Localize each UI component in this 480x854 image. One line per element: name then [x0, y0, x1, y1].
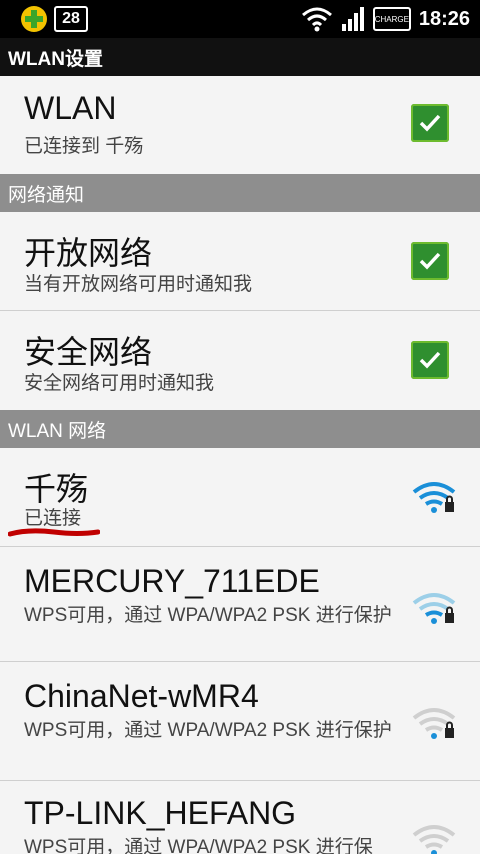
network-ssid: MERCURY_711EDE [24, 563, 320, 599]
secure-network-description: 安全网络可用时通知我 [24, 373, 215, 394]
section-label: 网络通知 [8, 184, 85, 206]
network-item[interactable]: ChinaNet-wMR4 WPS可用，通过 WPA/WPA2 PSK 进行保护 [0, 662, 480, 780]
badge-count: 28 [62, 10, 80, 27]
wifi-lock-icon [412, 482, 456, 513]
wlan-checkbox[interactable] [411, 104, 449, 142]
cell-signal-icon [341, 7, 364, 31]
secure-network-checkbox[interactable] [411, 341, 449, 379]
check-icon [419, 114, 441, 132]
wifi-lock-icon [412, 708, 456, 739]
wlan-toggle-row[interactable]: WLAN 已连接到 千殇 [0, 76, 480, 174]
secure-network-title: 安全网络 [24, 334, 153, 370]
network-item[interactable]: MERCURY_711EDE WPS可用，通过 WPA/WPA2 PSK 进行保… [0, 547, 480, 661]
open-network-row[interactable]: 开放网络 当有开放网络可用时通知我 [0, 212, 480, 310]
wlan-title: WLAN [24, 90, 117, 126]
charge-label: CHARGE [374, 14, 409, 24]
network-status: WPS可用，通过 WPA/WPA2 PSK 进行保 [24, 837, 373, 854]
check-icon [419, 252, 441, 270]
wifi-status-icon [301, 7, 332, 32]
red-underline-mark [8, 528, 100, 537]
network-ssid: TP-LINK_HEFANG [24, 795, 297, 831]
section-header-networks: WLAN 网络 [0, 410, 480, 448]
section-header-notify: 网络通知 [0, 174, 480, 212]
title-bar: WLAN设置 [0, 38, 480, 76]
clock: 18:26 [418, 7, 470, 30]
open-network-title: 开放网络 [24, 235, 153, 271]
network-ssid: 千殇 [24, 471, 89, 507]
app-plus-icon [21, 6, 47, 32]
open-network-checkbox[interactable] [411, 242, 449, 280]
calendar-badge-icon: 28 [54, 6, 88, 32]
battery-charge-icon: CHARGE [372, 7, 411, 31]
check-icon [419, 351, 441, 369]
page-title: WLAN设置 [8, 48, 103, 70]
status-bar: 28 CHARGE 18:26 [0, 0, 480, 38]
wifi-lock-icon [412, 593, 456, 624]
secure-network-row[interactable]: 安全网络 安全网络可用时通知我 [0, 311, 480, 410]
wlan-status: 已连接到 千殇 [24, 136, 144, 157]
network-item[interactable]: TP-LINK_HEFANG WPS可用，通过 WPA/WPA2 PSK 进行保 [0, 781, 480, 854]
section-label: WLAN 网络 [8, 420, 107, 442]
wifi-lock-icon [412, 825, 456, 854]
network-status: WPS可用，通过 WPA/WPA2 PSK 进行保护 [24, 605, 392, 626]
network-ssid: ChinaNet-wMR4 [24, 678, 259, 714]
network-status: WPS可用，通过 WPA/WPA2 PSK 进行保护 [24, 720, 392, 741]
open-network-description: 当有开放网络可用时通知我 [24, 274, 253, 295]
